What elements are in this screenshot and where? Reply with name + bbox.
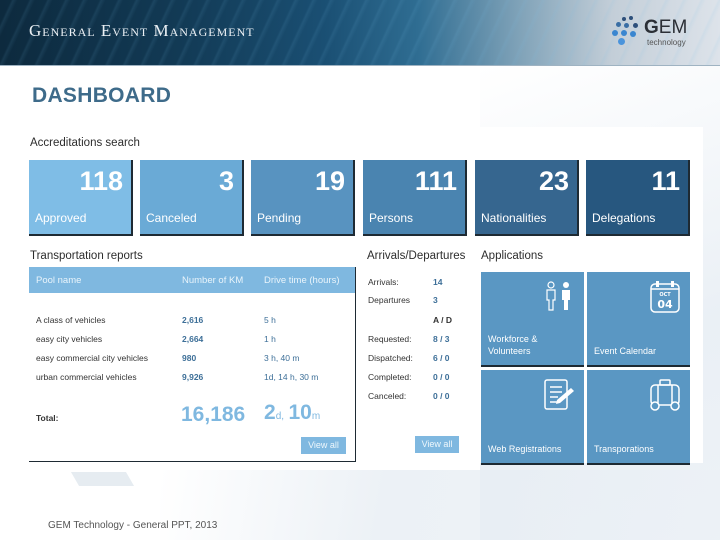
logo-dots-icon xyxy=(612,14,642,45)
logo-subtext: technology xyxy=(647,38,686,47)
header-banner: General Event Management General Event M… xyxy=(0,0,720,66)
app-web-registrations[interactable]: Web Registrations xyxy=(481,370,584,465)
total-km: 16,186 xyxy=(181,403,246,426)
app-label: Workforce & Volunteers xyxy=(488,334,538,356)
pool-name: easy city vehicles xyxy=(36,334,103,344)
total-minutes: 10 xyxy=(288,401,312,424)
people-icon xyxy=(546,281,570,311)
tile-value: 23 xyxy=(538,166,569,196)
gem-logo: GEM technology xyxy=(612,14,692,50)
column-header[interactable]: Pool name xyxy=(36,275,81,286)
arrivals-view-all-button[interactable]: View all xyxy=(415,436,459,453)
background-decoration xyxy=(160,470,720,540)
table-row[interactable]: easy commercial city vehicles 980 3 h, 4… xyxy=(29,350,355,368)
status-row: Requested: 8 / 3 xyxy=(363,334,471,350)
drive-time: 1d, 14 h, 30 m xyxy=(264,372,319,382)
tile-value: 111 xyxy=(414,166,457,196)
tile-label: Persons xyxy=(369,211,414,225)
status-value: 0 / 0 xyxy=(433,372,450,382)
arrivals-value: 14 xyxy=(433,277,443,287)
tile-canceled[interactable]: 3 Canceled xyxy=(140,160,244,236)
accreditations-title: Accreditations search xyxy=(30,137,140,149)
total-label: Total: xyxy=(36,413,59,423)
km-value: 2,616 xyxy=(182,315,204,325)
table-header: Pool name Number of KM Drive time (hours… xyxy=(29,267,355,293)
tile-label: Approved xyxy=(35,211,87,225)
tile-label: Nationalities xyxy=(481,211,547,225)
table-row[interactable]: urban commercial vehicles 9,926 1d, 14 h… xyxy=(29,369,355,387)
tile-pending[interactable]: 19 Pending xyxy=(251,160,355,236)
pool-name: urban commercial vehicles xyxy=(36,372,137,382)
tile-value: 19 xyxy=(314,166,345,196)
tile-label: Canceled xyxy=(146,211,197,225)
drive-time: 1 h xyxy=(264,334,276,344)
ad-header-row: A / D xyxy=(363,315,471,331)
km-value: 2,664 xyxy=(182,334,204,344)
departures-value: 3 xyxy=(433,295,438,305)
km-value: 980 xyxy=(182,353,197,363)
column-header[interactable]: Number of KM xyxy=(182,275,243,286)
arrivals-panel: Arrivals: 14 Departures 3 A / D Requeste… xyxy=(363,267,471,462)
logo-text: GEM xyxy=(644,17,688,38)
departures-label: Departures xyxy=(368,295,411,305)
transportation-title: Transportation reports xyxy=(30,250,143,262)
status-value: 8 / 3 xyxy=(433,334,450,344)
applications-title: Applications xyxy=(481,250,544,262)
app-transportations[interactable]: Transporations xyxy=(587,370,690,465)
status-label: Completed: xyxy=(368,372,412,382)
tile-nationalities[interactable]: 23 Nationalities xyxy=(475,160,579,236)
departures-row: Departures 3 xyxy=(363,295,471,311)
app-label: Transporations xyxy=(594,444,654,454)
app-label: Web Registrations xyxy=(488,444,562,454)
drive-time: 3 h, 40 m xyxy=(264,353,300,363)
status-row: Canceled: 0 / 0 xyxy=(363,391,471,407)
app-workforce-volunteers[interactable]: Workforce & Volunteers xyxy=(481,272,584,367)
table-row[interactable]: A class of vehicles 2,616 5 h xyxy=(29,312,355,330)
table-row[interactable]: easy city vehicles 2,664 1 h xyxy=(29,331,355,349)
column-header[interactable]: Drive time (hours) xyxy=(264,275,340,286)
document-edit-icon xyxy=(544,379,574,410)
page-title: DASHBOARD xyxy=(32,84,172,107)
calendar-icon: OCT 04 xyxy=(650,281,680,313)
tile-approved[interactable]: 118 Approved xyxy=(29,160,133,236)
status-label: Dispatched: xyxy=(368,353,413,363)
app-event-calendar[interactable]: OCT 04 Event Calendar xyxy=(587,272,690,367)
app-title-reflection: General Event Management xyxy=(29,28,255,37)
total-minutes-unit: m xyxy=(311,411,321,422)
tile-value: 11 xyxy=(651,166,680,196)
tile-label: Pending xyxy=(257,211,302,225)
arrivals-row: Arrivals: 14 xyxy=(363,277,471,293)
app-label: Event Calendar xyxy=(594,346,657,356)
tile-delegations[interactable]: 11 Delegations xyxy=(586,160,690,236)
total-drive-time: 2d, 10m xyxy=(264,401,320,425)
ad-header: A / D xyxy=(433,315,453,325)
status-label: Canceled: xyxy=(368,391,407,401)
status-value: 0 / 0 xyxy=(433,391,450,401)
km-value: 9,926 xyxy=(182,372,204,382)
status-row: Dispatched: 6 / 0 xyxy=(363,353,471,369)
status-row: Completed: 0 / 0 xyxy=(363,372,471,388)
total-days-unit: d, xyxy=(275,411,285,422)
pool-name: easy commercial city vehicles xyxy=(36,353,148,363)
status-value: 6 / 0 xyxy=(433,353,450,363)
drive-time: 5 h xyxy=(264,315,276,325)
transport-view-all-button[interactable]: View all xyxy=(301,437,346,454)
tile-value: 3 xyxy=(218,166,234,196)
footer-text: GEM Technology - General PPT, 2013 xyxy=(48,520,218,531)
arrivals-label: Arrivals: xyxy=(368,277,399,287)
arrivals-title: Arrivals/Departures xyxy=(367,250,466,262)
pool-name: A class of vehicles xyxy=(36,315,106,325)
svg-text:04: 04 xyxy=(657,298,673,311)
total-days: 2 xyxy=(264,401,276,424)
tile-label: Delegations xyxy=(592,211,656,225)
tile-persons[interactable]: 111 Persons xyxy=(363,160,467,236)
background-decoration xyxy=(70,472,135,486)
status-label: Requested: xyxy=(368,334,412,344)
suitcase-icon xyxy=(650,379,680,411)
tile-value: 118 xyxy=(79,166,123,196)
transportation-table: Pool name Number of KM Drive time (hours… xyxy=(29,267,356,462)
